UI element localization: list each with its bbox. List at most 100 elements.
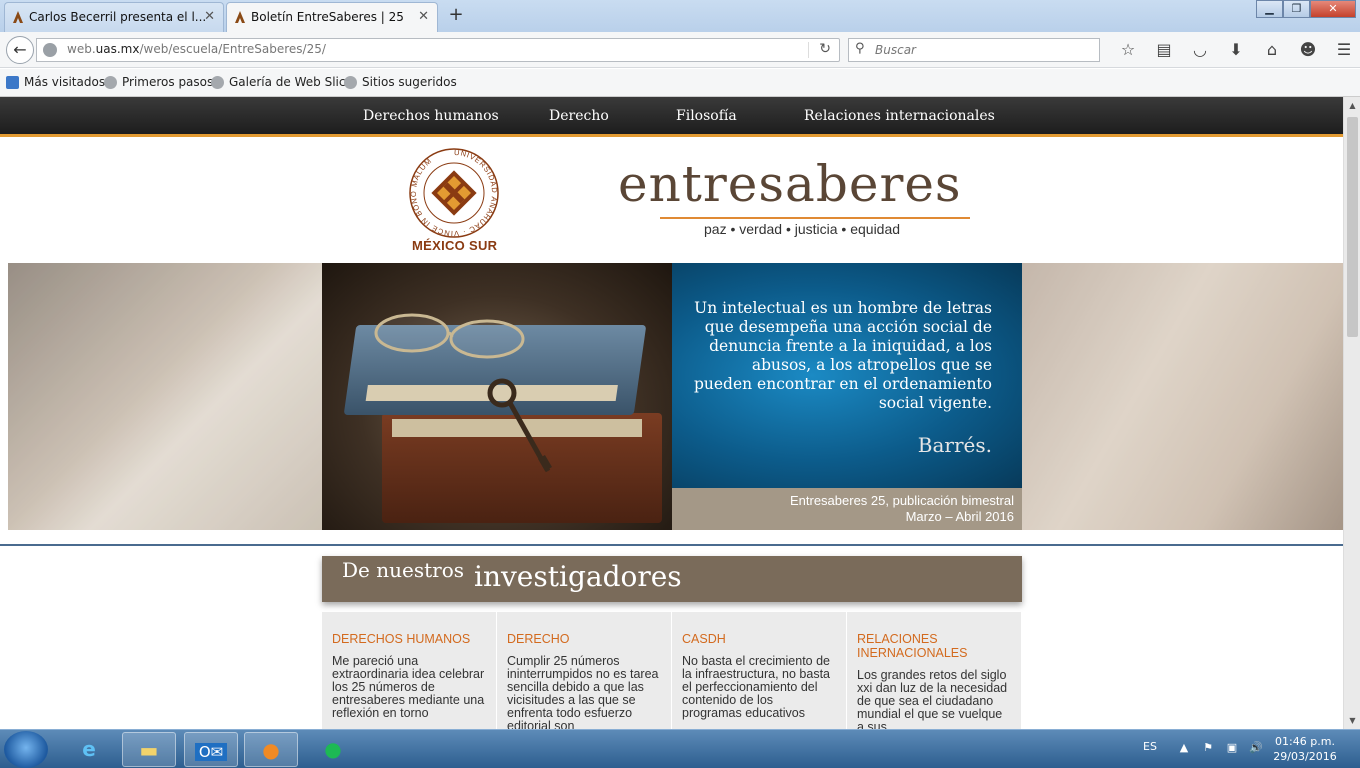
close-window-button[interactable]: ✕ bbox=[1310, 0, 1356, 18]
quote-author: Barrés. bbox=[917, 433, 992, 457]
key-icon bbox=[487, 378, 552, 473]
system-tray: ▲ ⚑ ▣ 🔊 bbox=[1172, 741, 1268, 754]
reload-icon[interactable]: ↻ bbox=[819, 41, 831, 57]
file-explorer-icon[interactable]: ▬ bbox=[122, 732, 176, 767]
nav-filosofia[interactable]: Filosofía bbox=[676, 108, 737, 124]
anahuac-seal-logo: UNIVERSIDAD ANÁHUAC · VINCE IN BONO MALU… bbox=[409, 148, 499, 238]
tab-title: Carlos Becerril presenta el l... bbox=[29, 10, 207, 24]
bookmark-galeria-web-slice[interactable]: Galería de Web Slice bbox=[211, 75, 353, 89]
bookmarks-toolbar: Más visitados Primeros pasos Galería de … bbox=[0, 69, 1360, 97]
students-photo-left bbox=[8, 263, 322, 530]
column-title[interactable]: DERECHO bbox=[507, 632, 661, 646]
search-bar[interactable]: ⚲ Buscar bbox=[848, 38, 1100, 62]
language-indicator[interactable]: ES bbox=[1143, 740, 1157, 753]
tab-close-icon[interactable]: ✕ bbox=[204, 3, 215, 31]
volume-icon[interactable]: 🔊 bbox=[1244, 741, 1268, 754]
internet-explorer-icon[interactable]: e bbox=[62, 732, 116, 767]
pocket-icon[interactable]: ◡ bbox=[1182, 40, 1218, 59]
firefox-icon[interactable]: ● bbox=[244, 732, 298, 767]
address-bar[interactable]: web.uas.mx/web/escuela/EntreSaberes/25/ … bbox=[36, 38, 840, 62]
page-viewport: Derechos humanos Derecho Filosofía Relac… bbox=[0, 97, 1343, 729]
back-button[interactable]: ← bbox=[6, 36, 34, 64]
books-photo bbox=[322, 263, 672, 530]
brand-wordmark: entresaberes bbox=[618, 155, 962, 213]
glasses-icon bbox=[374, 313, 525, 359]
bookmark-primeros-pasos[interactable]: Primeros pasos bbox=[104, 75, 213, 89]
download-icon[interactable]: ⬇ bbox=[1218, 40, 1254, 59]
windows-taskbar: e ▬ O✉ ● ● ES ▲ ⚑ ▣ 🔊 01:46 p.m. 29/03/2… bbox=[0, 729, 1360, 768]
home-icon[interactable]: ⌂ bbox=[1254, 40, 1290, 59]
toolbar-icons: ☆ ▤ ◡ ⬇ ⌂ ☻ ☰ bbox=[1110, 40, 1360, 59]
hero-banner: Un intelectual es un hombre de letras qu… bbox=[0, 263, 1343, 530]
brand-tagline: paz • verdad • justicia • equidad bbox=[704, 221, 901, 237]
menu-icon[interactable]: ☰ bbox=[1326, 40, 1360, 59]
bookmark-mas-visitados[interactable]: Más visitados bbox=[6, 75, 105, 89]
edition-line-1: Entresaberes 25, publicación bimestral bbox=[789, 493, 1014, 508]
system-clock[interactable]: 01:46 p.m. 29/03/2016 bbox=[1270, 734, 1340, 764]
minimize-button[interactable]: ▁ bbox=[1256, 0, 1283, 18]
clock-date: 29/03/2016 bbox=[1273, 750, 1337, 763]
bookmark-label: Galería de Web Slice bbox=[229, 75, 353, 89]
brand-underline bbox=[660, 217, 970, 219]
column-text: Me pareció una extraordinaria idea celeb… bbox=[332, 654, 485, 720]
column-text: Cumplir 25 números ininterrumpidos no es… bbox=[507, 654, 659, 730]
show-hidden-icons-icon[interactable]: ▲ bbox=[1172, 741, 1196, 754]
seal-caption: MÉXICO SUR bbox=[412, 238, 498, 253]
scroll-down-icon[interactable]: ▼ bbox=[1344, 712, 1360, 729]
folder-icon bbox=[6, 76, 19, 89]
research-header-small: De nuestros bbox=[342, 558, 464, 582]
research-columns: DERECHOS HUMANOS Me pareció una extraord… bbox=[322, 612, 1022, 729]
column-text: No basta el crecimiento de la infraestru… bbox=[682, 654, 830, 720]
navigation-toolbar: ← web.uas.mx/web/escuela/EntreSaberes/25… bbox=[0, 32, 1360, 68]
site-navigation: Derechos humanos Derecho Filosofía Relac… bbox=[0, 97, 1343, 137]
quote-panel: Un intelectual es un hombre de letras qu… bbox=[672, 263, 1022, 488]
outlook-icon[interactable]: O✉ bbox=[184, 732, 238, 767]
window-controls: ▁ ❐ ✕ bbox=[1256, 0, 1356, 18]
column-title[interactable]: DERECHOS HUMANOS bbox=[332, 632, 486, 646]
clock-time: 01:46 p.m. bbox=[1275, 735, 1335, 748]
bookmark-label: Más visitados bbox=[24, 75, 106, 89]
url-text: web.uas.mx/web/escuela/EntreSaberes/25/ bbox=[67, 42, 326, 56]
bookmark-label: Primeros pasos bbox=[122, 75, 214, 89]
tab-title: Boletín EntreSaberes | 25 bbox=[251, 10, 404, 24]
new-tab-button[interactable]: + bbox=[446, 4, 466, 25]
scroll-thumb[interactable] bbox=[1347, 117, 1358, 337]
chat-icon[interactable]: ☻ bbox=[1290, 40, 1326, 59]
column-text: Los grandes retos del siglo xxi dan luz … bbox=[857, 668, 1008, 730]
logo-header: UNIVERSIDAD ANÁHUAC · VINCE IN BONO MALU… bbox=[0, 137, 1343, 263]
site-info-icon[interactable] bbox=[43, 43, 57, 57]
tab-close-icon[interactable]: ✕ bbox=[418, 3, 429, 31]
globe-icon bbox=[104, 76, 117, 89]
action-center-flag-icon[interactable]: ⚑ bbox=[1196, 741, 1220, 754]
scroll-up-icon[interactable]: ▲ bbox=[1344, 97, 1360, 114]
globe-icon bbox=[211, 76, 224, 89]
photo-overlay bbox=[8, 263, 322, 530]
spotify-icon[interactable]: ● bbox=[306, 732, 360, 767]
edition-panel: Entresaberes 25, publicación bimestral M… bbox=[672, 488, 1022, 530]
column-derecho[interactable]: DERECHO Cumplir 25 números ininterrumpid… bbox=[497, 612, 672, 729]
nav-derechos-humanos[interactable]: Derechos humanos bbox=[363, 108, 499, 124]
start-button[interactable] bbox=[4, 731, 48, 768]
edition-line-2: Marzo – Abril 2016 bbox=[905, 509, 1014, 524]
column-derechos-humanos[interactable]: DERECHOS HUMANOS Me pareció una extraord… bbox=[322, 612, 497, 729]
column-title[interactable]: CASDH bbox=[682, 632, 836, 646]
bookmark-star-icon[interactable]: ☆ bbox=[1110, 40, 1146, 59]
uas-favicon-icon bbox=[13, 11, 23, 23]
column-title[interactable]: RELACIONES INERNACIONALES bbox=[857, 632, 1011, 660]
photo-overlay bbox=[1022, 263, 1343, 530]
bookmarks-list-icon[interactable]: ▤ bbox=[1146, 40, 1182, 59]
section-divider bbox=[0, 544, 1343, 546]
tab-carlos-becerril[interactable]: Carlos Becerril presenta el l... ✕ bbox=[4, 2, 224, 32]
nav-relaciones-internacionales[interactable]: Relaciones internacionales bbox=[804, 108, 995, 124]
students-photo-right bbox=[1022, 263, 1343, 530]
column-casdh[interactable]: CASDH No basta el crecimiento de la infr… bbox=[672, 612, 847, 729]
uas-favicon-icon bbox=[235, 11, 245, 23]
network-icon[interactable]: ▣ bbox=[1220, 741, 1244, 754]
search-placeholder: Buscar bbox=[875, 43, 916, 57]
bookmark-sitios-sugeridos[interactable]: Sitios sugeridos bbox=[344, 75, 457, 89]
page-scrollbar[interactable]: ▲ ▼ bbox=[1343, 97, 1360, 729]
column-relaciones-internacionales[interactable]: RELACIONES INERNACIONALES Los grandes re… bbox=[847, 612, 1022, 729]
nav-derecho[interactable]: Derecho bbox=[549, 108, 609, 124]
tab-boletin-entresaberes[interactable]: Boletín EntreSaberes | 25 ✕ bbox=[226, 2, 438, 32]
restore-button[interactable]: ❐ bbox=[1283, 0, 1310, 18]
